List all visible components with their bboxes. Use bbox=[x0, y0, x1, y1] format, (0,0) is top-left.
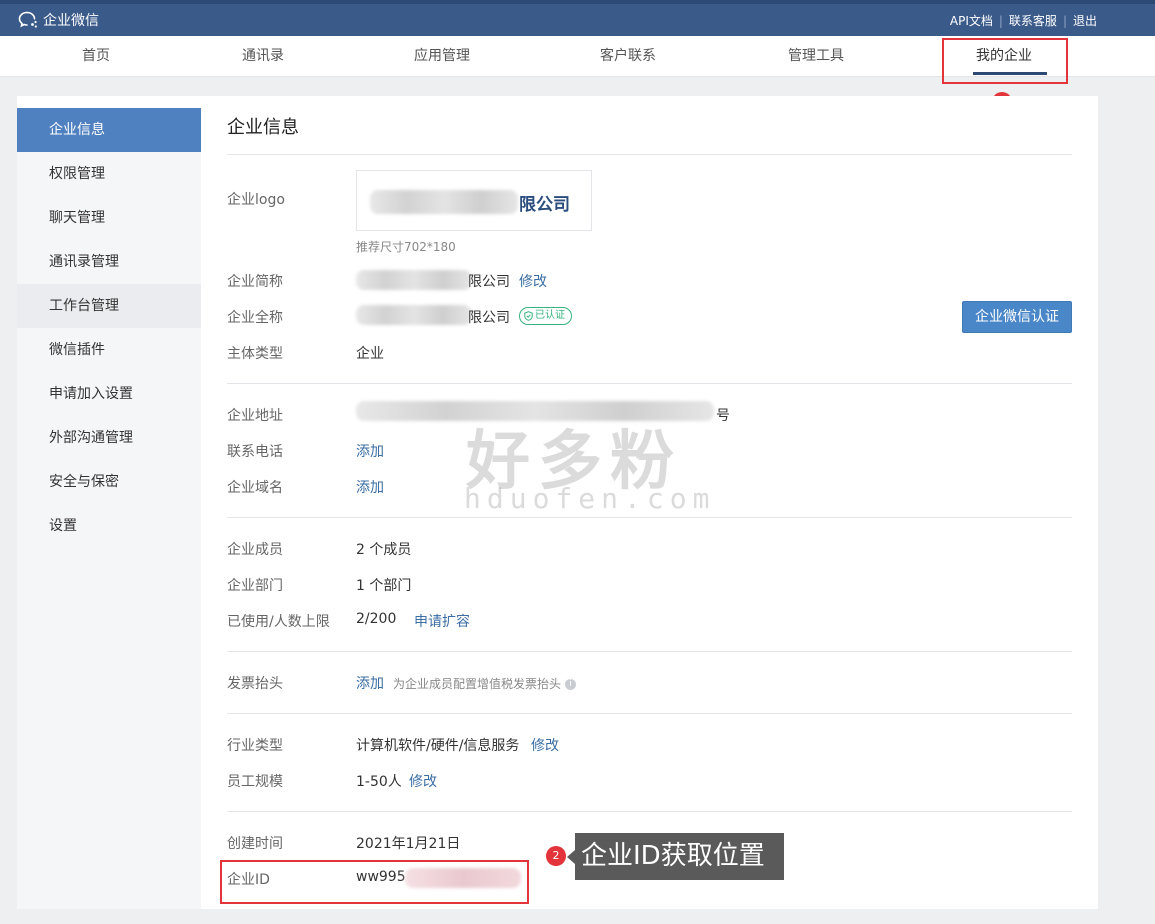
logo-text: 限公司 bbox=[519, 195, 570, 215]
seats-label: 已使用/人数上限 bbox=[227, 614, 330, 630]
verified-badge: 已认证 bbox=[519, 307, 572, 325]
sidebar: 企业信息 权限管理 聊天管理 通讯录管理 工作台管理 微信插件 申请加入设置 外… bbox=[17, 108, 201, 909]
departments-label: 企业部门 bbox=[227, 578, 283, 594]
page-title: 企业信息 bbox=[227, 117, 299, 138]
created-label: 创建时间 bbox=[227, 836, 283, 852]
nav-customer-contact[interactable]: 客户联系 bbox=[598, 36, 658, 76]
sidebar-item-workbench[interactable]: 工作台管理 bbox=[17, 284, 201, 328]
members-label: 企业成员 bbox=[227, 542, 283, 558]
address-value: 号 bbox=[716, 408, 730, 424]
industry-label: 行业类型 bbox=[227, 738, 283, 754]
step-badge-2: 2 bbox=[546, 846, 566, 866]
redacted-logo bbox=[370, 190, 518, 214]
created-value: 2021年1月21日 bbox=[356, 836, 461, 852]
divider bbox=[227, 811, 1072, 812]
scale-value: 1-50人 bbox=[356, 774, 402, 790]
members-value: 2 个成员 bbox=[356, 542, 412, 558]
divider bbox=[227, 713, 1072, 714]
brand[interactable]: 企业微信 bbox=[18, 10, 99, 30]
phone-label: 联系电话 bbox=[227, 444, 283, 460]
redacted-short-name bbox=[356, 270, 472, 290]
add-phone-link[interactable]: 添加 bbox=[356, 441, 384, 461]
departments-value: 1 个部门 bbox=[356, 578, 412, 594]
api-docs-link[interactable]: API文档 bbox=[950, 12, 993, 29]
contact-support-link[interactable]: 联系客服 bbox=[1009, 12, 1057, 29]
verified-label: 已认证 bbox=[535, 310, 565, 321]
sidebar-item-company-info[interactable]: 企业信息 bbox=[17, 108, 201, 152]
brand-name: 企业微信 bbox=[43, 13, 99, 29]
full-name-value: 限公司 bbox=[468, 310, 510, 326]
seats-value: 2/200 bbox=[356, 611, 397, 627]
logo-size-hint: 推荐尺寸702*180 bbox=[356, 240, 456, 254]
domain-label: 企业域名 bbox=[227, 480, 283, 496]
logo-label: 企业logo bbox=[227, 192, 285, 208]
sidebar-item-contacts[interactable]: 通讯录管理 bbox=[17, 240, 201, 284]
info-icon[interactable]: i bbox=[565, 679, 577, 690]
watermark-url: hduofen.com bbox=[464, 482, 716, 515]
invoice-hint-text: 为企业成员配置增值税发票抬头 bbox=[393, 677, 562, 691]
top-links: API文档 | 联系客服 | 退出 bbox=[950, 12, 1097, 29]
wecom-logo-icon bbox=[18, 11, 38, 29]
callout-arrow bbox=[567, 850, 575, 864]
industry-value: 计算机软件/硬件/信息服务 bbox=[356, 738, 520, 754]
add-domain-link[interactable]: 添加 bbox=[356, 477, 384, 497]
divider bbox=[227, 517, 1072, 518]
entity-type-value: 企业 bbox=[356, 346, 384, 362]
sidebar-item-external[interactable]: 外部沟通管理 bbox=[17, 416, 201, 460]
sidebar-item-wechat-plugin[interactable]: 微信插件 bbox=[17, 328, 201, 372]
highlight-box-corp-id bbox=[220, 860, 529, 904]
request-expansion-link[interactable]: 申请扩容 bbox=[414, 611, 470, 631]
nav-app-management[interactable]: 应用管理 bbox=[412, 36, 472, 76]
short-name-value: 限公司 bbox=[468, 274, 510, 290]
divider bbox=[227, 383, 1072, 384]
sidebar-item-join-settings[interactable]: 申请加入设置 bbox=[17, 372, 201, 416]
invoice-label: 发票抬头 bbox=[227, 676, 283, 692]
entity-type-label: 主体类型 bbox=[227, 346, 283, 362]
nav-management-tools[interactable]: 管理工具 bbox=[785, 36, 847, 76]
divider: | bbox=[998, 13, 1003, 28]
divider bbox=[227, 154, 1072, 155]
scale-label: 员工规模 bbox=[227, 774, 283, 790]
invoice-hint: 为企业成员配置增值税发票抬头 i bbox=[393, 675, 577, 692]
edit-short-name-link[interactable]: 修改 bbox=[519, 271, 547, 291]
callout-corp-id-location: 企业ID获取位置 bbox=[575, 833, 784, 880]
full-name-label: 企业全称 bbox=[227, 310, 283, 326]
logout-link[interactable]: 退出 bbox=[1073, 12, 1097, 29]
sidebar-item-settings[interactable]: 设置 bbox=[17, 504, 201, 548]
address-label: 企业地址 bbox=[227, 408, 283, 424]
shield-check-icon bbox=[524, 311, 533, 321]
short-name-label: 企业简称 bbox=[227, 274, 283, 290]
divider: | bbox=[1062, 13, 1067, 28]
edit-industry-link[interactable]: 修改 bbox=[531, 735, 559, 755]
top-bar: 企业微信 API文档 | 联系客服 | 退出 bbox=[0, 0, 1155, 36]
wecom-certification-button[interactable]: 企业微信认证 bbox=[962, 301, 1072, 333]
divider bbox=[227, 651, 1072, 652]
sidebar-item-security[interactable]: 安全与保密 bbox=[17, 460, 201, 504]
sidebar-item-permissions[interactable]: 权限管理 bbox=[17, 152, 201, 196]
edit-scale-link[interactable]: 修改 bbox=[409, 771, 437, 791]
highlight-box-my-company bbox=[942, 38, 1068, 84]
redacted-full-name bbox=[356, 305, 472, 325]
sidebar-item-chat[interactable]: 聊天管理 bbox=[17, 196, 201, 240]
nav-home[interactable]: 首页 bbox=[76, 36, 116, 76]
nav-contacts[interactable]: 通讯录 bbox=[236, 36, 290, 76]
add-invoice-link[interactable]: 添加 bbox=[356, 673, 384, 693]
